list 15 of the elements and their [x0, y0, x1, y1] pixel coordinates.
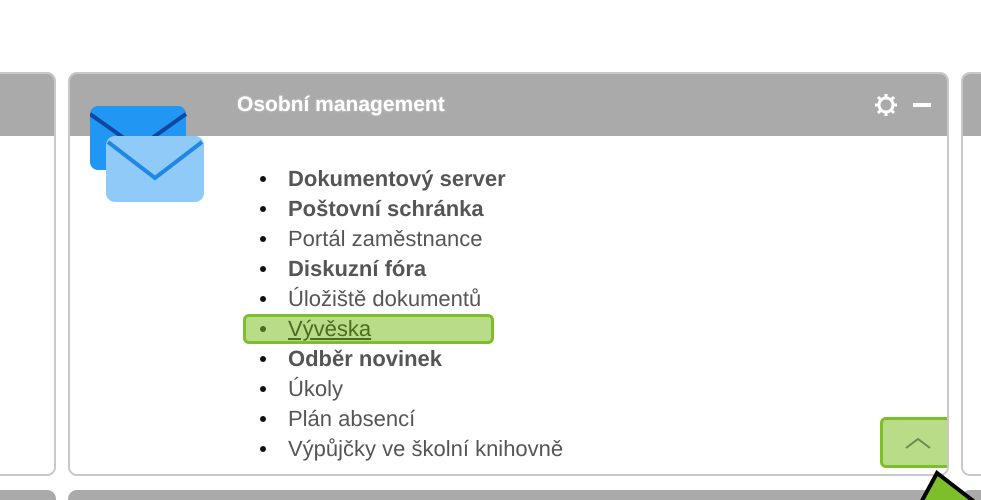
settings-icon[interactable] [873, 92, 899, 118]
menu-link[interactable]: Úkoly [260, 374, 344, 404]
menu-link[interactable]: Portál zaměstnance [260, 224, 482, 254]
menu-link[interactable]: Vývěska [243, 314, 494, 344]
minimize-icon[interactable] [913, 103, 931, 107]
menu-link[interactable]: Diskuzní fóra [260, 254, 426, 284]
menu-link[interactable]: Poštovní schránka [260, 194, 484, 224]
menu-link[interactable]: Plán absencí [260, 404, 416, 434]
menu-link[interactable]: Úložiště dokumentů [260, 284, 482, 314]
menu-link[interactable]: Výpůjčky ve školní knihovně [260, 434, 564, 464]
caret-icon [905, 436, 931, 448]
menu-link[interactable]: Odběr novinek [260, 344, 442, 374]
scroll-up-button[interactable] [880, 417, 947, 468]
panel-title: Osobní management [237, 92, 445, 118]
menu-link[interactable]: Dokumentový server [260, 164, 506, 194]
